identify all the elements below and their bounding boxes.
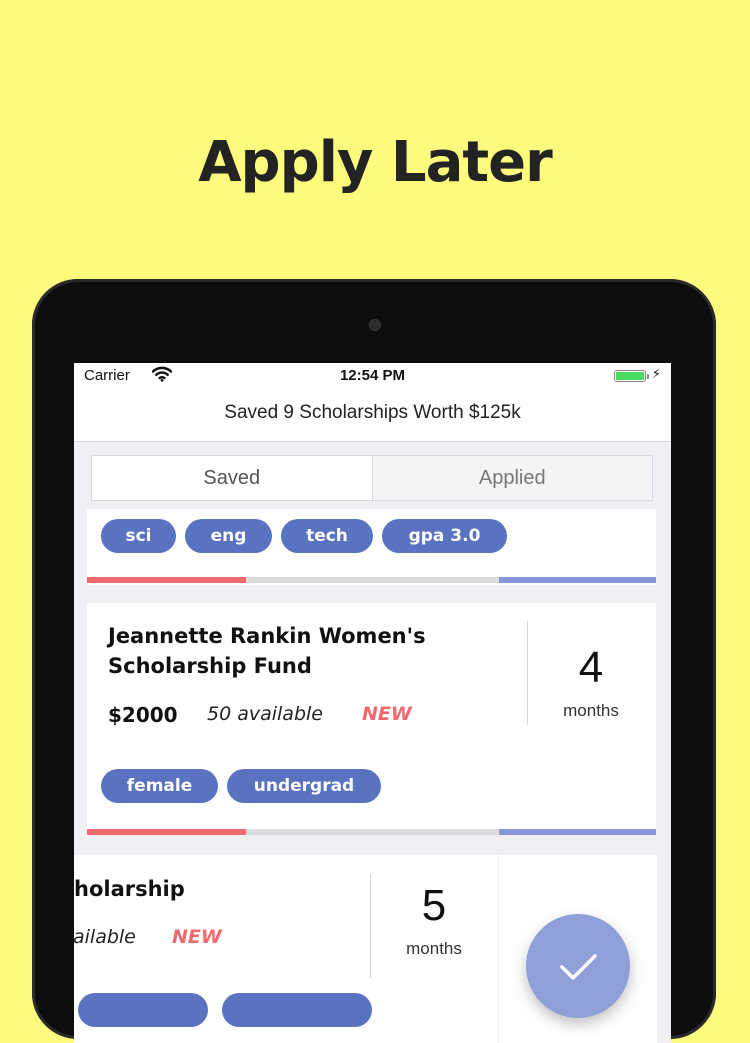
scholarship-card[interactable]: sci eng tech gpa 3.0 [87, 509, 656, 585]
new-badge: NEW [362, 703, 412, 725]
segmented-control: Saved Applied [91, 455, 653, 501]
tag-undergrad[interactable]: undergrad [227, 769, 381, 803]
progress-blue [499, 829, 656, 835]
ipad-frame: Carrier 12:54 PM ⚡ Saved 9 Scholarships … [32, 279, 716, 1043]
scholarship-title: holarship [74, 877, 185, 901]
new-badge: NEW [172, 926, 222, 948]
tab-saved[interactable]: Saved [92, 456, 373, 500]
bolt-icon: ⚡ [651, 366, 661, 381]
available-count: 50 available [207, 703, 323, 725]
deadline-unit: months [406, 939, 462, 958]
scholarship-title: Jeannette Rankin Women's [108, 624, 426, 648]
mark-applied-button[interactable] [526, 914, 630, 1018]
deadline-unit: months [563, 701, 619, 720]
battery-icon [614, 370, 649, 382]
camera [369, 319, 381, 331]
tag-sci[interactable]: sci [101, 519, 176, 553]
tag-gpa[interactable]: gpa 3.0 [382, 519, 507, 553]
deadline-value: 5 [421, 881, 447, 930]
tag-female[interactable]: female [101, 769, 218, 803]
app-screen: Carrier 12:54 PM ⚡ Saved 9 Scholarships … [74, 363, 671, 1043]
scholarship-amount: $2000 [108, 703, 178, 727]
progress-blue [499, 577, 656, 583]
tag[interactable] [222, 993, 372, 1027]
tag-tech[interactable]: tech [281, 519, 373, 553]
progress-gray [246, 829, 499, 835]
status-time: 12:54 PM [339, 367, 406, 384]
progress-gray [246, 577, 499, 583]
progress-red [87, 577, 246, 583]
tag-eng[interactable]: eng [185, 519, 272, 553]
headline: Apply Later [198, 130, 553, 195]
tag[interactable] [78, 993, 208, 1027]
progress-red [87, 829, 246, 835]
deadline-value: 4 [578, 643, 604, 692]
status-bar: Carrier 12:54 PM ⚡ [74, 363, 671, 389]
available-count: ailable [74, 926, 136, 948]
tab-applied[interactable]: Applied [373, 456, 653, 500]
checkmark-icon [560, 954, 597, 980]
scholarship-title: Scholarship Fund [108, 654, 312, 678]
nav-title: Saved 9 Scholarships Worth $125k [74, 389, 671, 442]
